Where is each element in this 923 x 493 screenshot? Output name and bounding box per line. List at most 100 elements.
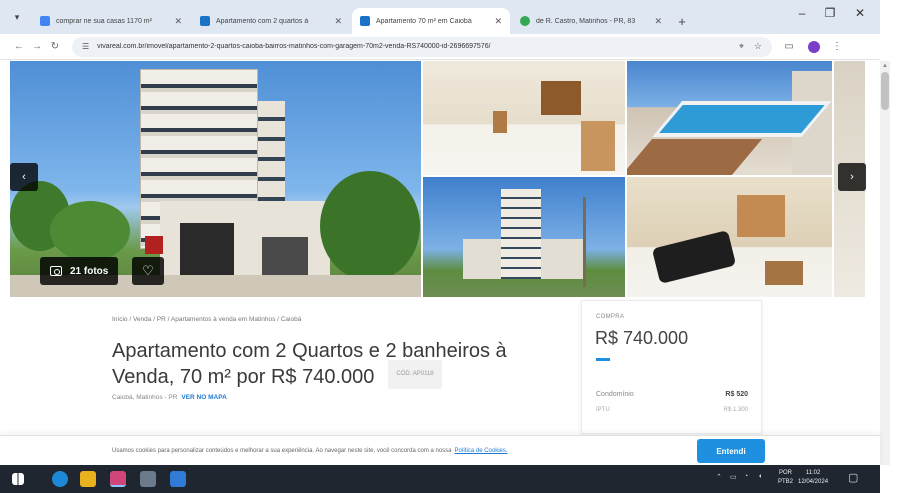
camera-icon (50, 266, 62, 276)
maps-pin-favicon-icon (520, 16, 530, 26)
close-tab-icon[interactable]: ✕ (494, 16, 502, 27)
file-explorer-icon[interactable] (80, 471, 96, 487)
condo-fee-label: Condomínio (596, 391, 634, 398)
page-scrollbar[interactable] (880, 61, 890, 465)
maximize-button[interactable]: ❐ (816, 6, 844, 20)
windows-start-icon[interactable] (12, 473, 24, 485)
living-room-photo[interactable] (423, 61, 625, 175)
notification-icon[interactable]: ▢ (848, 471, 858, 484)
network-icon[interactable]: ◔ (744, 473, 748, 480)
back-button[interactable]: ← (10, 41, 28, 52)
browser-tab-bar: ▾ comprar ne sua casas 1170 m² ✕ Apartam… (0, 0, 880, 34)
favorite-button[interactable]: ♡ (132, 257, 164, 285)
price-label: COMPRA (596, 314, 625, 320)
taskbar-clock[interactable]: 11:02 12/04/2024 (798, 469, 828, 487)
pool-shape (651, 101, 832, 137)
battery-icon[interactable]: ▭ (730, 473, 737, 481)
tree-shape (50, 201, 130, 261)
sale-price: R$ 740.000 (595, 328, 689, 348)
pool-photo[interactable] (627, 61, 832, 175)
condo-fee-row: Condomínio R$ 520 (596, 391, 748, 398)
tab-title: de R. Castro, Matinhos - PR, 83 (536, 17, 636, 25)
scrollbar-thumb[interactable] (881, 72, 889, 110)
browser-tab[interactable]: Apartamento com 2 quartos à ✕ (192, 8, 350, 34)
keyboard-layout: PTB2 (778, 479, 794, 485)
cookie-banner: Usamos cookies para personalizar conteúd… (0, 435, 880, 465)
door-shape (541, 81, 581, 115)
listing-code-badge: CÓD. AP0118 (388, 360, 442, 389)
cookie-text: Usamos cookies para personalizar conteúd… (112, 448, 452, 454)
close-window-button[interactable]: ✕ (846, 6, 874, 20)
tab-title: Apartamento 70 m² em Caiobá (376, 17, 472, 25)
building-exterior-photo[interactable] (423, 177, 625, 297)
iptu-row: IPTU R$ 1.300 (596, 407, 748, 413)
stool-shape (493, 111, 507, 133)
google-favicon-icon (40, 16, 50, 26)
site-info-icon[interactable]: ☰ (82, 42, 89, 51)
chrome-app-icon[interactable] (110, 471, 126, 487)
reload-button[interactable]: ↻ (46, 41, 64, 52)
vivareal-favicon-icon (200, 16, 210, 26)
prev-photo-button[interactable]: ‹ (10, 163, 38, 191)
tab-search-icon[interactable]: ▾ (6, 6, 28, 28)
minimize-button[interactable]: – (788, 6, 816, 20)
sofa-shape (651, 230, 737, 284)
chevron-right-icon: › (850, 171, 854, 183)
breadcrumb[interactable]: Início / Venda / PR / Apartamentos à ven… (112, 316, 301, 323)
language-indicator[interactable]: POR PTB2 (778, 469, 793, 487)
forward-button[interactable]: → (28, 41, 46, 52)
photos-count-label: 21 fotos (70, 265, 109, 277)
cookie-message: Usamos cookies para personalizar conteúd… (112, 448, 508, 454)
listing-location: Caiobá, Matinhos - PR VER NO MAPA (112, 394, 227, 401)
price-card: COMPRA R$ 740.000 Condomínio R$ 520 IPTU… (581, 300, 762, 434)
plus-icon: + (678, 13, 686, 29)
os-taskbar: ⌃ ▭ ◔ ◖ POR PTB2 11:02 12/04/2024 ▢ (0, 465, 880, 493)
tower-shape (501, 189, 541, 279)
palm-tree-shape (583, 197, 586, 287)
clock-time: 11:02 (805, 470, 821, 476)
photo-gallery: ‹ › 21 fotos ♡ (10, 61, 866, 297)
profile-avatar[interactable] (808, 40, 820, 53)
cookie-policy-link[interactable]: Política de Cookies. (455, 448, 508, 454)
url-text: vivareal.com.br/imovel/apartamento-2-qua… (97, 43, 491, 50)
menu-dots-icon[interactable]: ⋮ (826, 41, 848, 52)
tray-chevron-icon[interactable]: ⌃ (716, 473, 722, 481)
view-on-map-link[interactable]: VER NO MAPA (181, 394, 226, 401)
sign-shape (145, 236, 163, 254)
lang-code: POR (779, 470, 793, 476)
cabinet-shape (737, 195, 785, 237)
close-tab-icon[interactable]: ✕ (334, 16, 342, 27)
sidebar-icon[interactable]: ▭ (778, 41, 800, 52)
browser-tab-active[interactable]: Apartamento 70 m² em Caiobá ✕ (352, 8, 510, 34)
iptu-label: IPTU (596, 407, 610, 413)
close-tab-icon[interactable]: ✕ (174, 16, 182, 27)
vivareal-favicon-icon (360, 16, 370, 26)
cabinet-shape (581, 121, 615, 171)
new-tab-button[interactable]: + (672, 8, 692, 34)
browser-tab[interactable]: comprar ne sua casas 1170 m² ✕ (32, 8, 190, 34)
tree-shape (320, 171, 420, 281)
clock-date: 12/04/2024 (798, 479, 829, 485)
scroll-up-arrow-icon[interactable]: ▲ (882, 63, 888, 69)
browser-tab[interactable]: de R. Castro, Matinhos - PR, 83 ✕ (512, 8, 670, 34)
accept-cookies-button[interactable]: Entendi (697, 439, 765, 463)
next-photo-button[interactable]: › (838, 163, 866, 191)
store-app-icon[interactable] (140, 471, 156, 487)
chevron-left-icon: ‹ (22, 171, 26, 183)
browser-toolbar: ← → ↻ ☰ vivareal.com.br/imovel/apartamen… (0, 34, 880, 60)
iptu-value: R$ 1.300 (723, 407, 748, 413)
heart-icon: ♡ (142, 263, 154, 278)
deck-shape (627, 139, 763, 175)
listing-title-text: Apartamento com 2 Quartos e 2 banheiros … (112, 340, 507, 388)
table-shape (765, 261, 803, 285)
address-bar[interactable]: ☰ vivareal.com.br/imovel/apartamento-2-q… (72, 36, 772, 57)
location-icon[interactable]: ⌖ (739, 41, 744, 52)
close-tab-icon[interactable]: ✕ (654, 16, 662, 27)
tab-title: Apartamento com 2 quartos à (216, 17, 309, 25)
volume-icon[interactable]: ◖ (758, 473, 762, 480)
sofa-room-photo[interactable] (627, 177, 832, 297)
edge-browser-icon[interactable] (52, 471, 68, 487)
all-photos-button[interactable]: 21 fotos (40, 257, 119, 285)
mail-app-icon[interactable] (170, 471, 186, 487)
bookmark-star-icon[interactable]: ☆ (754, 41, 762, 52)
